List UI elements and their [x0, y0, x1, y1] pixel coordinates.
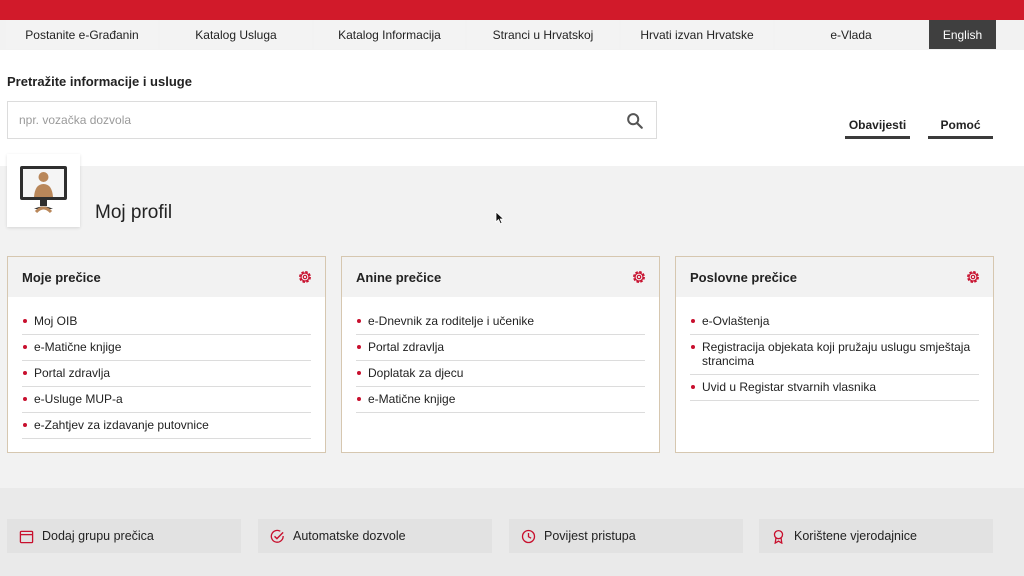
nav-item-e-vlada[interactable]: e-Vlada — [775, 20, 927, 49]
main-nav: Postanite e-Građanin Katalog Usluga Kata… — [6, 20, 996, 50]
used-credentials-button[interactable]: Korištene vjerodajnice — [759, 519, 993, 553]
badge-icon — [773, 529, 784, 544]
check-circle-icon — [270, 529, 284, 543]
list-item[interactable]: Moj OIB — [22, 309, 311, 335]
clock-icon — [521, 529, 536, 543]
search-section: Pretražite informacije i usluge Obavijes… — [0, 50, 1024, 166]
list-item[interactable]: Uvid u Registar stvarnih vlasnika — [690, 375, 979, 401]
gear-icon[interactable] — [631, 269, 647, 285]
shortcut-list: e-Dnevnik za roditelje i učenike Portal … — [342, 297, 659, 413]
search-input[interactable] — [8, 102, 608, 138]
gear-icon[interactable] — [965, 269, 981, 285]
action-label: Dodaj grupu prečica — [42, 529, 154, 543]
nav-item-katalog-usluga[interactable]: Katalog Usluga — [160, 20, 312, 49]
shortcut-list: e-Ovlaštenja Registracija objekata koji … — [676, 297, 993, 401]
panel-title: Anine prečice — [356, 269, 442, 285]
list-item[interactable]: Portal zdravlja — [22, 361, 311, 387]
shortcut-panel-anine: Anine prečice e-Dnevnik za roditelje i u… — [341, 256, 660, 453]
calendar-icon — [19, 530, 34, 543]
panel-title: Poslovne prečice — [690, 269, 797, 285]
panel-header: Poslovne prečice — [676, 257, 993, 297]
list-item[interactable]: e-Dnevnik za roditelje i učenike — [356, 309, 645, 335]
action-label: Povijest pristupa — [544, 529, 636, 543]
nav-item-hrvati-izvan-hrvatske[interactable]: Hrvati izvan Hrvatske — [621, 20, 773, 49]
shortcut-panel-moje: Moje prečice Moj OIB e-Matične knjige Po… — [7, 256, 326, 453]
list-item[interactable]: e-Matične knjige — [22, 335, 311, 361]
action-label: Korištene vjerodajnice — [794, 529, 917, 543]
list-item[interactable]: e-Matične knjige — [356, 387, 645, 413]
page-title: Moj profil — [95, 202, 173, 223]
top-accent-bar — [0, 0, 1024, 20]
search-box — [7, 101, 657, 139]
monitor-user-icon — [20, 166, 67, 214]
tab-obavijesti[interactable]: Obavijesti — [845, 118, 910, 139]
panel-header: Moje prečice — [8, 257, 325, 297]
automatic-permissions-button[interactable]: Automatske dozvole — [258, 519, 492, 553]
nav-item-postanite-e-gradanin[interactable]: Postanite e-Građanin — [6, 20, 158, 49]
list-item[interactable]: Doplatak za djecu — [356, 361, 645, 387]
avatar[interactable] — [7, 154, 80, 227]
shortcut-panel-poslovne: Poslovne prečice e-Ovlaštenja Registraci… — [675, 256, 994, 453]
list-item[interactable]: e-Zahtjev za izdavanje putovnice — [22, 413, 311, 439]
shortcut-list: Moj OIB e-Matične knjige Portal zdravlja… — [8, 297, 325, 439]
language-button[interactable]: English — [929, 20, 996, 49]
search-title: Pretražite informacije i usluge — [7, 74, 192, 89]
search-icon[interactable] — [626, 112, 644, 130]
mouse-cursor-icon — [495, 211, 505, 225]
panel-header: Anine prečice — [342, 257, 659, 297]
tab-pomoc[interactable]: Pomoć — [928, 118, 993, 139]
nav-item-katalog-informacija[interactable]: Katalog Informacija — [314, 20, 465, 49]
panel-title: Moje prečice — [22, 269, 101, 285]
add-shortcut-group-button[interactable]: Dodaj grupu prečica — [7, 519, 241, 553]
list-item[interactable]: Registracija objekata koji pružaju uslug… — [690, 335, 979, 375]
list-item[interactable]: e-Ovlaštenja — [690, 309, 979, 335]
access-history-button[interactable]: Povijest pristupa — [509, 519, 743, 553]
gear-icon[interactable] — [297, 269, 313, 285]
list-item[interactable]: e-Usluge MUP-a — [22, 387, 311, 413]
action-label: Automatske dozvole — [293, 529, 406, 543]
nav-item-stranci-u-hrvatskoj[interactable]: Stranci u Hrvatskoj — [467, 20, 619, 49]
list-item[interactable]: Portal zdravlja — [356, 335, 645, 361]
